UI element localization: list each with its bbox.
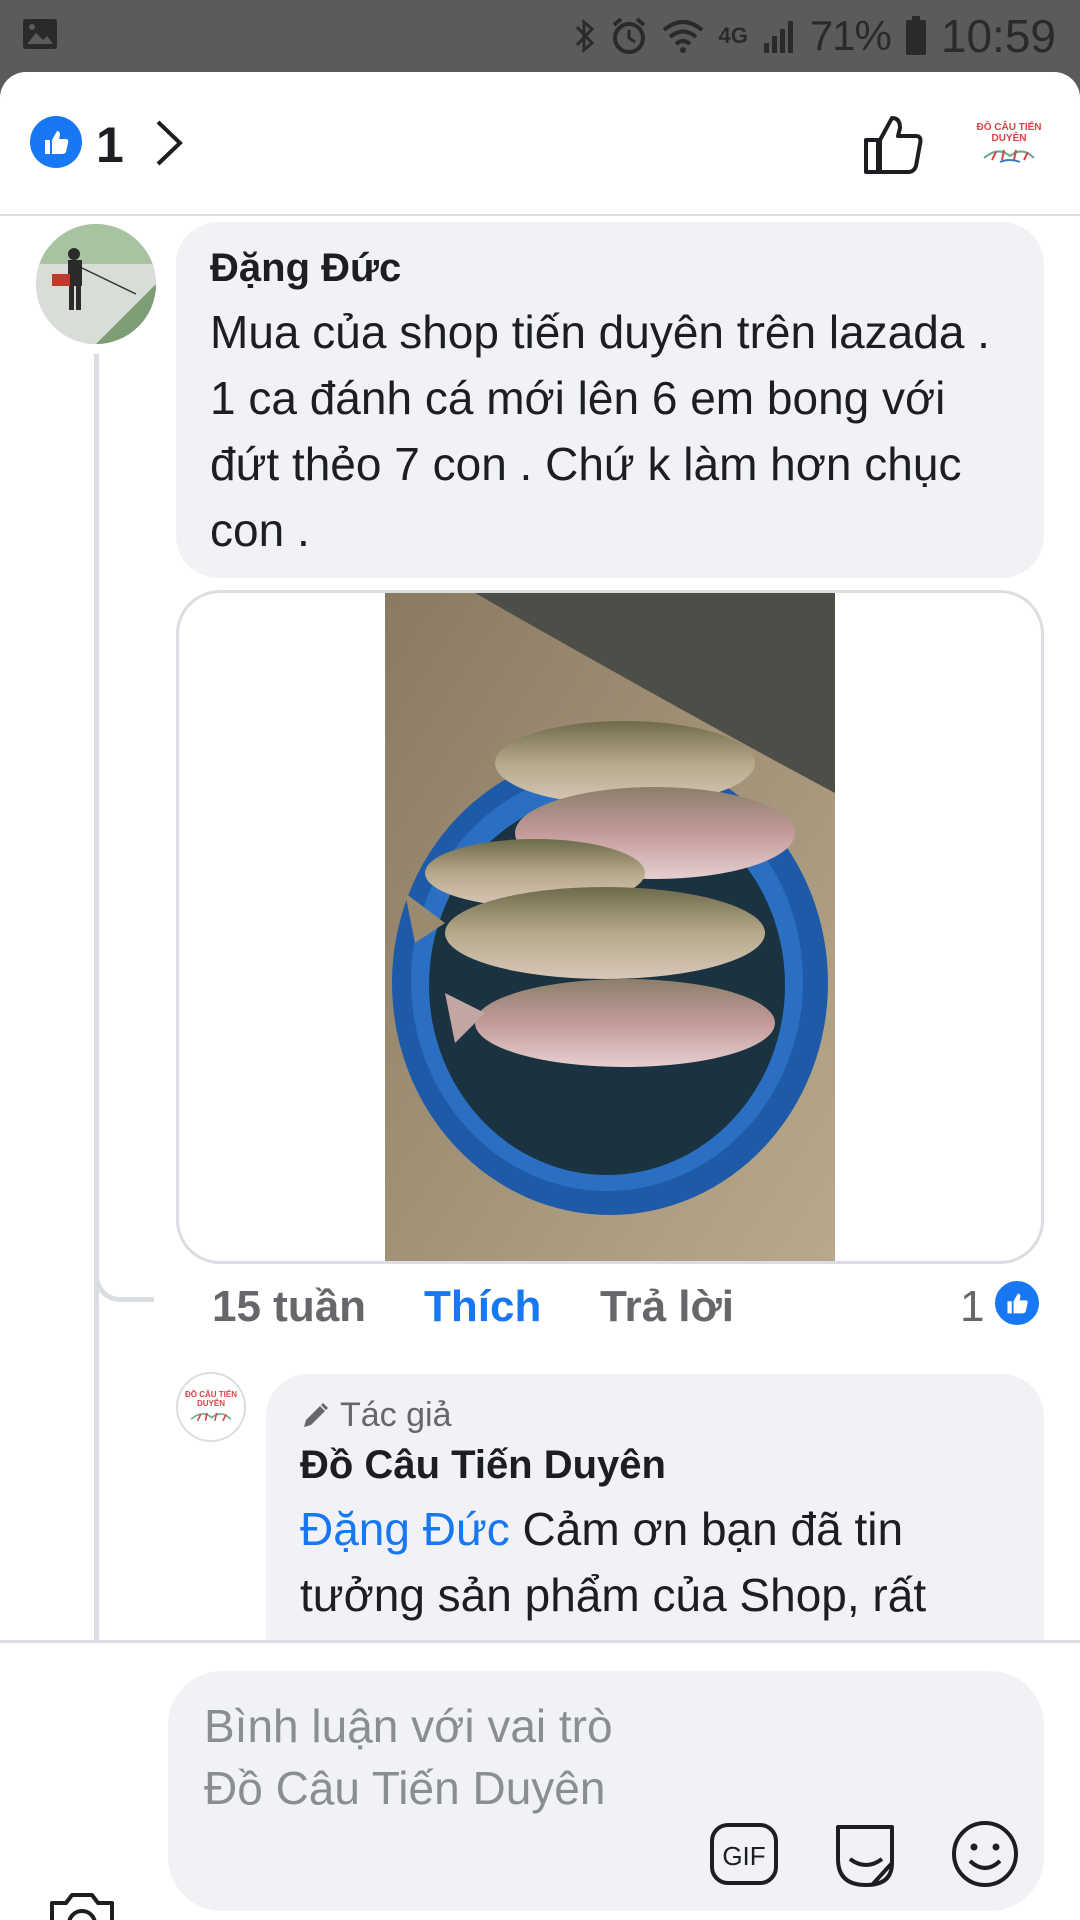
like-reaction-icon[interactable] <box>992 1278 1042 1328</box>
page-avatar[interactable]: ĐỒ CÂU TIẾN DUYÊN <box>976 106 1042 180</box>
comment-bubble[interactable]: Đặng Đức Mua của shop tiến duyên trên la… <box>176 222 1044 578</box>
comment-input[interactable]: Bình luận với vai trò Đồ Câu Tiến Duyên … <box>168 1671 1044 1911</box>
like-reaction-icon[interactable] <box>30 116 82 168</box>
network-type: 4G <box>718 23 748 48</box>
comment-photo-card[interactable] <box>176 590 1044 1264</box>
leaves-logo-icon <box>983 149 1035 163</box>
gallery-icon <box>23 19 57 49</box>
wifi-icon <box>663 20 704 53</box>
comment-input-placeholder[interactable]: Bình luận với vai trò Đồ Câu Tiến Duyên <box>204 1695 624 1819</box>
gif-label: GIF <box>722 1841 765 1871</box>
camera-icon[interactable] <box>46 1887 118 1920</box>
thumbs-up-icon[interactable] <box>860 112 926 178</box>
page-reply-avatar[interactable]: ĐỒ CÂU TIẾN DUYÊN <box>176 1372 246 1442</box>
comment-time[interactable]: 15 tuần <box>212 1282 366 1332</box>
leaves-logo-icon <box>190 1412 232 1422</box>
commenter-avatar[interactable] <box>36 224 156 344</box>
status-bar: 4G 71% 10:59 <box>0 0 1080 72</box>
author-badge-label: Tác giả <box>340 1396 452 1434</box>
battery-icon <box>905 16 926 55</box>
reply-button[interactable]: Trả lời <box>600 1282 734 1332</box>
sticker-icon[interactable] <box>828 1819 902 1891</box>
comment-composer: Bình luận với vai trò Đồ Câu Tiến Duyên … <box>0 1640 1080 1920</box>
chevron-right-icon[interactable] <box>150 116 190 170</box>
reply-author[interactable]: Đồ Câu Tiến Duyên <box>300 1443 1010 1488</box>
thread-connector <box>94 1262 154 1302</box>
comment-reaction-count[interactable]: 1 <box>960 1282 984 1332</box>
emoji-icon[interactable] <box>950 1819 1020 1889</box>
mention-link[interactable]: Đặng Đức <box>300 1503 510 1555</box>
bluetooth-icon <box>576 18 595 54</box>
comment-actions: 15 tuần Thích Trả lời 1 <box>212 1278 1052 1342</box>
signal-icon <box>763 21 793 53</box>
comment-text: Mua của shop tiến duyên trên lazada . 1 … <box>210 306 990 556</box>
comments-sheet: 1 ĐỒ CÂU TIẾN DUYÊN Đặng Đức Mua của sho… <box>0 72 1080 1920</box>
clock: 10:59 <box>940 10 1056 62</box>
page-logo-text: ĐỒ CÂU TIẾN DUYÊN <box>976 122 1042 144</box>
page-logo-text: ĐỒ CÂU TIẾN DUYÊN <box>185 1390 237 1408</box>
comment-author[interactable]: Đặng Đức <box>210 246 1010 291</box>
thread-line <box>94 354 99 1654</box>
author-badge: Tác giả <box>300 1396 1010 1435</box>
gif-button[interactable]: GIF <box>708 1821 780 1887</box>
like-button[interactable]: Thích <box>424 1282 541 1332</box>
battery-percent: 71% <box>809 12 892 59</box>
alarm-icon <box>613 17 646 54</box>
pencil-icon <box>304 1402 329 1427</box>
reaction-count[interactable]: 1 <box>96 116 124 174</box>
reactions-header: 1 ĐỒ CÂU TIẾN DUYÊN <box>0 72 1080 216</box>
fish-bucket-photo[interactable] <box>385 593 835 1264</box>
